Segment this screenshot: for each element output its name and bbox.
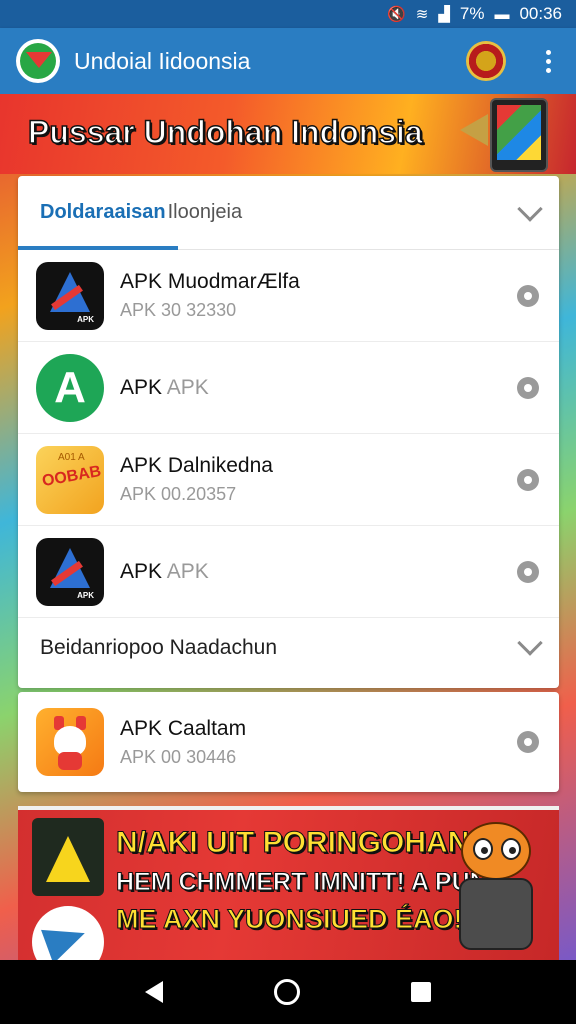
recent-apps-icon[interactable] <box>410 982 431 1002</box>
list-item[interactable]: APK Caaltam APK 00 30446 <box>18 692 559 792</box>
promo-line-2: HEM CHMMERT IMNITT! A PUNI <box>116 868 496 897</box>
apk-a-dark-icon: APK <box>36 261 104 330</box>
wifi-icon: ≋ <box>415 6 429 23</box>
section-header[interactable]: Beidanriopoo Naadachun <box>18 618 559 678</box>
apk-a-yellow-icon <box>32 818 104 896</box>
section-title: Beidanriopoo Naadachun <box>40 636 278 659</box>
category-tab-bar[interactable]: Doldaraaisan Iloonjeia <box>18 176 559 250</box>
app-name: APK <box>166 375 209 399</box>
app-name: Caaltam <box>167 716 247 740</box>
select-radio[interactable] <box>517 285 539 307</box>
select-radio[interactable] <box>517 731 539 753</box>
app-sub-prefix: APK <box>120 746 157 767</box>
garuda-emblem-icon <box>466 41 506 81</box>
select-radio[interactable] <box>517 469 539 491</box>
paper-plane-icon <box>32 906 104 960</box>
app-name-prefix: APK <box>120 559 163 583</box>
mute-icon: 🔇 <box>387 6 406 23</box>
battery-level: 7% <box>459 4 485 23</box>
top-banner[interactable]: Pussar Undohan Indonsia <box>0 94 576 174</box>
app-version: 00.20357 <box>161 484 237 504</box>
select-radio[interactable] <box>517 377 539 399</box>
list-item[interactable]: APK APK APK <box>18 526 559 618</box>
app-sub-prefix: APK <box>120 484 157 504</box>
app-name: Dalnikedna <box>167 454 273 477</box>
list-item[interactable]: APK APK MuodmarÆlfa APK 30 32330 <box>18 250 559 342</box>
app-name-prefix: APK <box>120 454 163 477</box>
app-title: Undoial Iidoonsia <box>74 47 251 74</box>
app-version: 00 30446 <box>161 746 237 767</box>
apk-list-card: Doldaraaisan Iloonjeia APK APK MuodmarÆl… <box>18 176 559 688</box>
promo-line-1: N/AKI UIT PORINGOHAN <box>115 826 470 860</box>
banner-title: Pussar Undohan Indonsia <box>27 113 423 151</box>
battery-icon: ▬ <box>494 5 510 23</box>
chevron-down-icon[interactable] <box>517 196 543 222</box>
app-sub-prefix: APK <box>120 300 157 320</box>
app-name: APK <box>166 559 209 583</box>
app-bar: Undoial Iidoonsia <box>0 28 576 94</box>
chevron-down-icon[interactable] <box>517 630 543 656</box>
signal-icon: ▟ <box>438 6 450 23</box>
app-name-prefix: APK <box>120 716 163 740</box>
apk-mascot-icon <box>36 708 104 776</box>
tab-active-label[interactable]: Doldaraaisan <box>40 201 166 224</box>
navigation-bar <box>0 960 576 1024</box>
app-name-prefix: APK <box>120 375 163 399</box>
home-icon[interactable] <box>273 979 300 1005</box>
select-radio[interactable] <box>517 561 539 583</box>
list-item[interactable]: A01 A OOBAB APK Dalnikedna APK 00.20357 <box>18 434 559 526</box>
app-name-prefix: APK <box>120 270 163 293</box>
clock: 00:36 <box>519 4 562 23</box>
promo-line-3: ME AXN YUONSIUED ÉAO!! <box>116 904 473 935</box>
app-logo-icon <box>16 39 60 83</box>
overflow-menu-icon[interactable] <box>536 41 560 81</box>
app-name: MuodmarÆlfa <box>167 270 300 293</box>
tab-rest-label[interactable]: Iloonjeia <box>168 201 243 224</box>
apk-a-dark-icon: APK <box>36 537 104 606</box>
apk-list-card-2: APK Caaltam APK 00 30446 <box>18 692 559 792</box>
phone-icon <box>490 98 548 172</box>
list-item[interactable]: A APK APK <box>18 342 559 434</box>
app-version: 30 32330 <box>161 300 237 320</box>
robot-mascot-icon <box>455 822 543 956</box>
promo-banner[interactable]: N/AKI UIT PORINGOHAN HEM CHMMERT IMNITT!… <box>18 806 559 960</box>
megaphone-icon <box>460 114 488 146</box>
apk-green-circle-icon: A <box>36 353 104 422</box>
status-bar: 🔇 ≋ ▟ 7% ▬ 00:36 <box>0 0 576 28</box>
apk-yellow-label-icon: A01 A OOBAB <box>36 445 104 514</box>
back-icon[interactable] <box>145 981 164 1003</box>
